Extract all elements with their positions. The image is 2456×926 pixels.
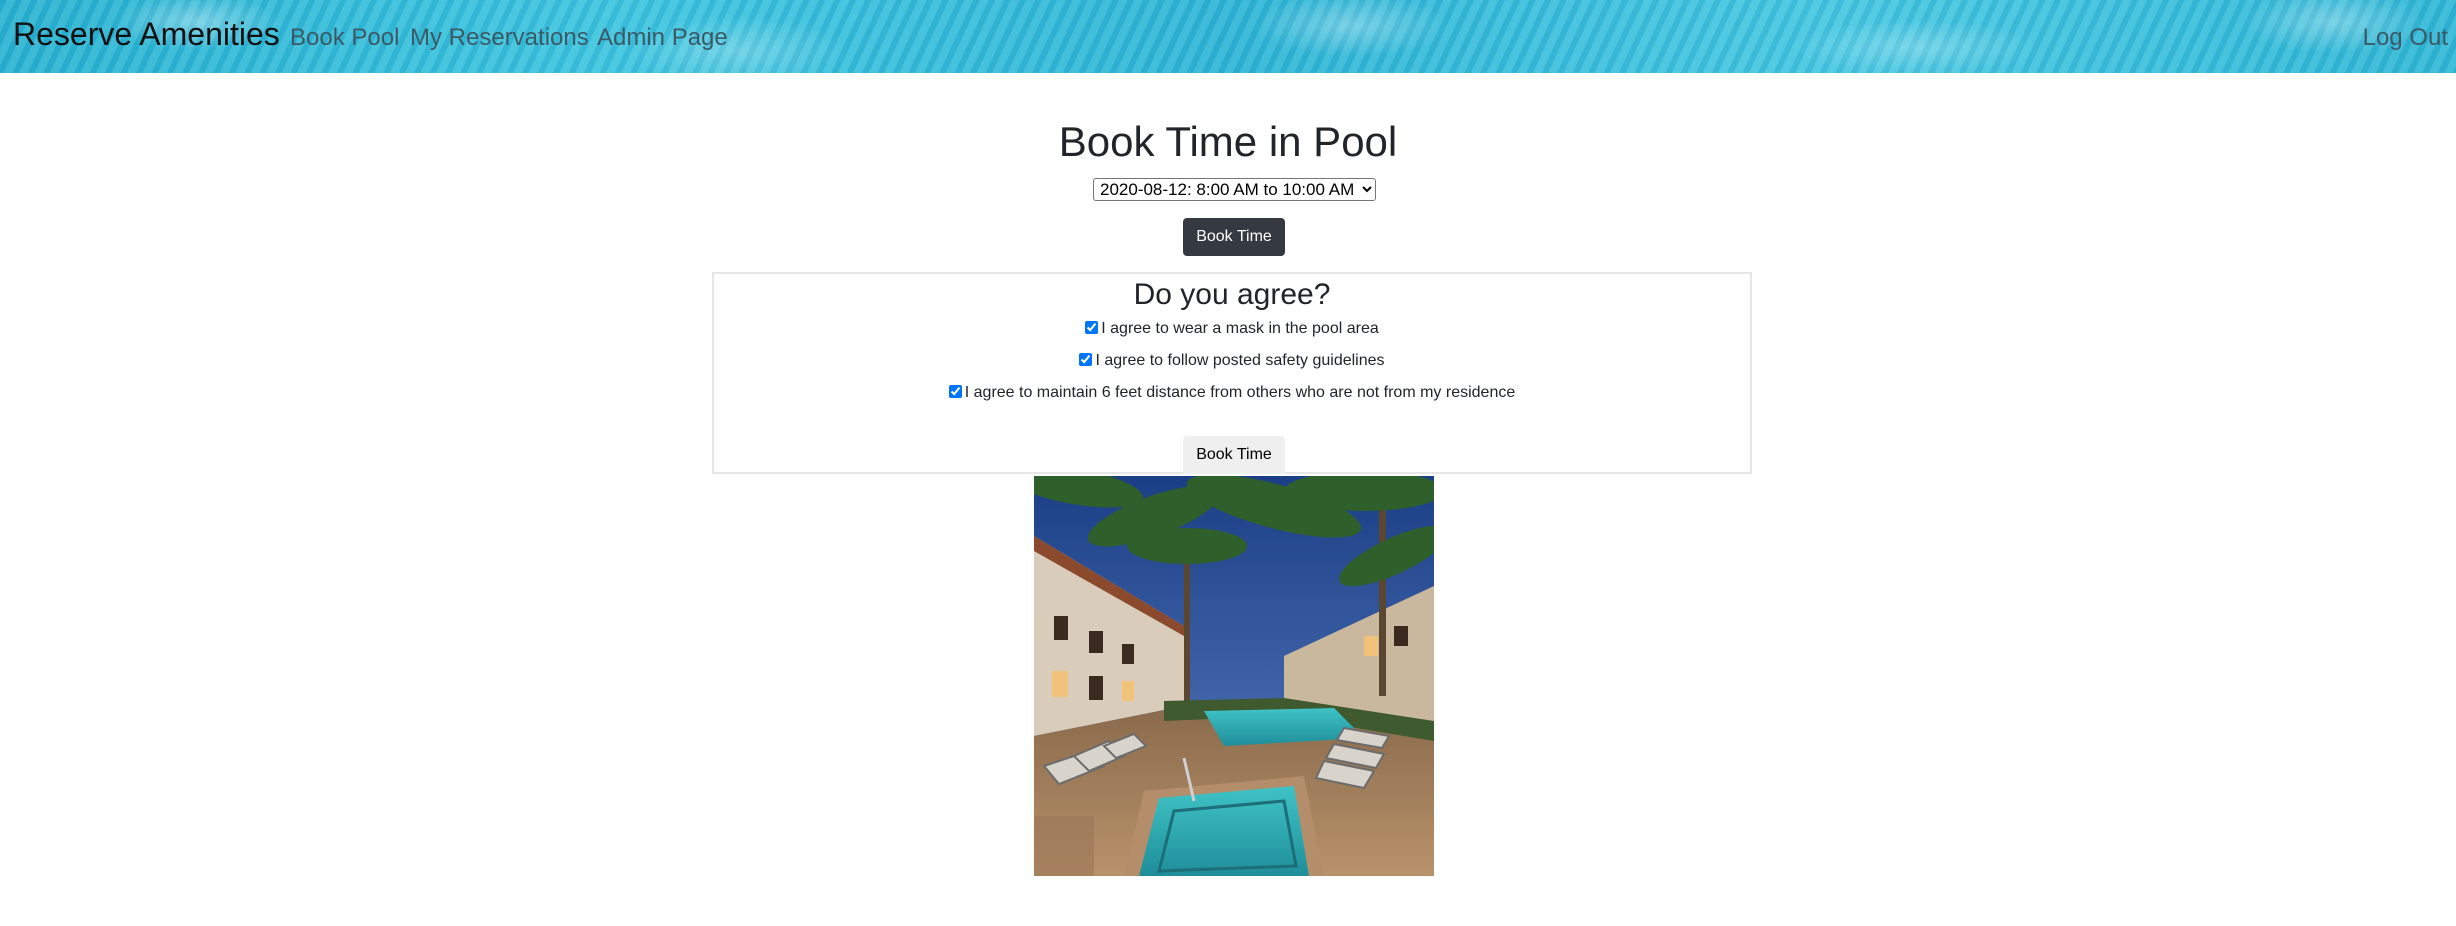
- pool-photo: [1034, 476, 1434, 876]
- agreement-item-mask: I agree to wear a mask in the pool area: [714, 320, 1750, 338]
- logout-link[interactable]: Log Out: [2363, 24, 2448, 52]
- book-time-button[interactable]: Book Time: [1183, 218, 1285, 256]
- mask-checkbox[interactable]: [1085, 321, 1099, 334]
- time-slot-select[interactable]: 2020-08-12: 8:00 AM to 10:00 AM: [1093, 178, 1376, 201]
- page-title: Book Time in Pool: [1058, 118, 1398, 165]
- agreement-panel: Do you agree? I agree to wear a mask in …: [712, 272, 1752, 474]
- nav-admin-page[interactable]: Admin Page: [597, 24, 728, 52]
- agreement-title: Do you agree?: [1133, 278, 1331, 311]
- nav-book-pool[interactable]: Book Pool: [290, 24, 399, 52]
- brand-link[interactable]: Reserve Amenities: [13, 16, 280, 53]
- safety-checkbox-label: I agree to follow posted safety guidelin…: [1095, 352, 1385, 369]
- agree-book-time-button[interactable]: Book Time: [1183, 436, 1285, 474]
- distance-checkbox-label: I agree to maintain 6 feet distance from…: [964, 384, 1516, 401]
- agreement-item-safety: I agree to follow posted safety guidelin…: [714, 352, 1750, 370]
- top-navbar: Reserve Amenities Book Pool My Reservati…: [0, 0, 2456, 73]
- distance-checkbox[interactable]: [948, 385, 962, 398]
- nav-my-reservations[interactable]: My Reservations: [410, 24, 589, 52]
- agreement-item-distance: I agree to maintain 6 feet distance from…: [714, 384, 1750, 402]
- mask-checkbox-label: I agree to wear a mask in the pool area: [1101, 320, 1379, 337]
- safety-checkbox[interactable]: [1079, 353, 1093, 366]
